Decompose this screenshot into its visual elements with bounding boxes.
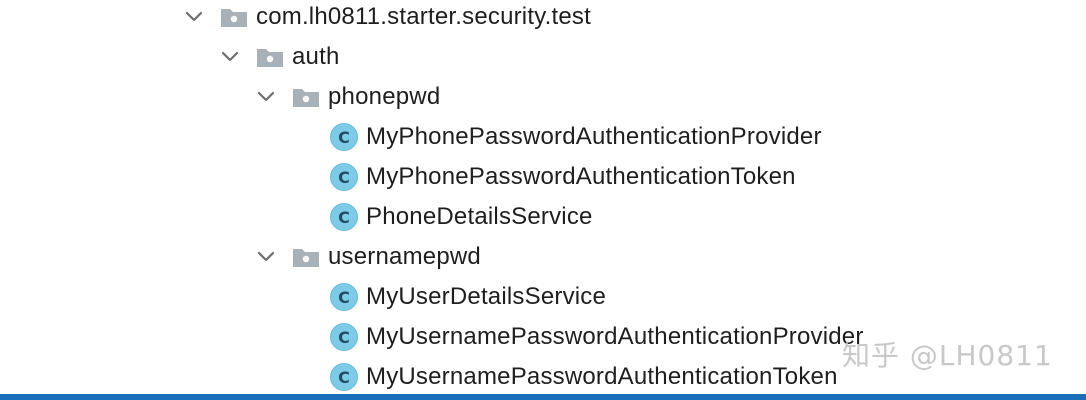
chevron-down-icon[interactable]: [254, 245, 278, 269]
tree-item-label: usernamepwd: [328, 243, 481, 270]
folder-icon: [292, 246, 320, 268]
class-icon: C: [330, 283, 358, 311]
tree-item-label: MyPhonePasswordAuthenticationProvider: [366, 123, 822, 150]
tree-item-class[interactable]: C MyPhonePasswordAuthenticationToken: [330, 157, 796, 197]
tree-item-label: PhoneDetailsService: [366, 203, 593, 230]
tree-item-class[interactable]: C MyUsernamePasswordAuthenticationToken: [330, 357, 838, 397]
tree-item-label: MyPhonePasswordAuthenticationToken: [366, 163, 796, 190]
watermark: 知乎 @LH0811: [842, 339, 1053, 372]
tree-item-phonepwd[interactable]: phonepwd: [254, 77, 440, 117]
class-icon: C: [330, 203, 358, 231]
tree-item-class[interactable]: C MyPhonePasswordAuthenticationProvider: [330, 117, 822, 157]
chevron-down-icon[interactable]: [182, 5, 206, 29]
tree-item-root-package[interactable]: com.lh0811.starter.security.test: [182, 0, 591, 37]
project-tree: com.lh0811.starter.security.test auth ph…: [0, 0, 1086, 400]
folder-icon: [256, 46, 284, 68]
chevron-down-icon[interactable]: [254, 85, 278, 109]
class-icon: C: [330, 363, 358, 391]
bottom-selection-bar: [0, 394, 1086, 400]
chevron-down-icon[interactable]: [218, 45, 242, 69]
tree-item-usernamepwd[interactable]: usernamepwd: [254, 237, 481, 277]
tree-item-class[interactable]: C MyUsernamePasswordAuthenticationProvid…: [330, 317, 864, 357]
tree-item-label: MyUserDetailsService: [366, 283, 607, 310]
folder-icon: [292, 86, 320, 108]
folder-icon: [220, 6, 248, 28]
class-icon: C: [330, 323, 358, 351]
tree-item-label: MyUsernamePasswordAuthenticationProvider: [366, 323, 864, 350]
tree-item-auth[interactable]: auth: [218, 37, 340, 77]
tree-item-label: auth: [292, 43, 340, 70]
tree-item-class[interactable]: C MyUserDetailsService: [330, 277, 606, 317]
tree-item-label: com.lh0811.starter.security.test: [256, 3, 591, 30]
tree-item-class[interactable]: C PhoneDetailsService: [330, 197, 593, 237]
class-icon: C: [330, 163, 358, 191]
tree-item-label: MyUsernamePasswordAuthenticationToken: [366, 363, 838, 390]
class-icon: C: [330, 123, 358, 151]
tree-item-label: phonepwd: [328, 83, 441, 110]
